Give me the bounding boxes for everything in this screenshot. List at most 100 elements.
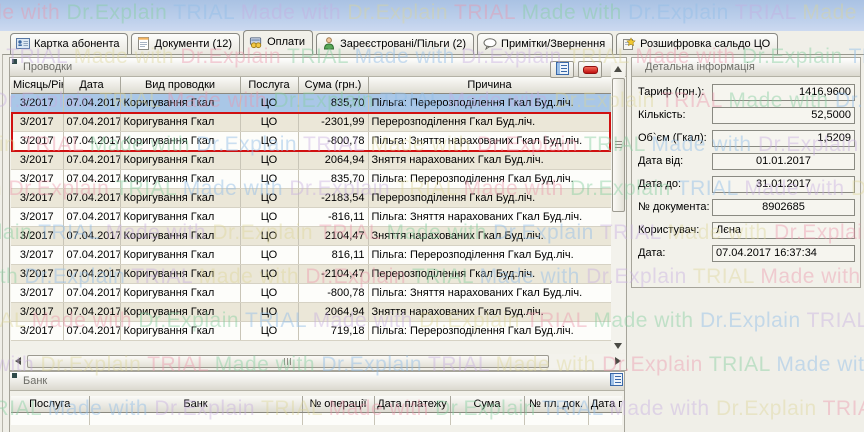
transaction-row[interactable]: 3/201707.04.2017Коригування ГкалЦО816,11… (11, 246, 611, 265)
transaction-row[interactable]: 3/201707.04.2017Коригування ГкалЦО719,18… (11, 322, 611, 341)
column-header[interactable]: Сума (450, 396, 524, 413)
app-window: Картка абонентаДокументи (12)Оплати Зареє… (0, 0, 864, 432)
cell: 07.04.2017 (63, 189, 120, 208)
group-corner-marker (12, 59, 17, 64)
speech-icon (483, 37, 497, 50)
detail-field: Дата до:31.01.2017 (632, 176, 860, 193)
vertical-scrollbar[interactable] (611, 62, 625, 353)
column-header[interactable]: Дата платежу (374, 396, 450, 413)
cell: Коригування Гкал (120, 246, 240, 265)
group-title: Детальна інформація (645, 61, 755, 73)
thumb-grip-icon (615, 141, 622, 142)
cell: 07.04.2017 (63, 208, 120, 227)
group-header: Банк (10, 372, 624, 391)
detail-field: № документа:8902685 (632, 199, 860, 216)
tab-2[interactable]: Документи (12) (131, 33, 241, 54)
cell: 3/2017 (11, 151, 63, 170)
detail-field: Користувач: Лєна (632, 222, 860, 239)
field-value[interactable]: 1,5209 (712, 130, 855, 147)
table-header-row: ПослугаБанк№ операціїДата платежуСума№ п… (11, 396, 622, 413)
cell: ЦО (240, 208, 298, 227)
tab-label: Зареєстровані/Пільги (2) (340, 38, 466, 50)
transaction-row[interactable]: 3/201707.04.2017Коригування ГкалЦО-800,7… (11, 132, 611, 151)
bank-details-button[interactable] (610, 373, 624, 390)
horizontal-scroll-thumb[interactable] (27, 355, 549, 368)
cell: Коригування Гкал (120, 113, 240, 132)
cell: 07.04.2017 (63, 303, 120, 322)
column-header[interactable]: Причина (368, 77, 611, 94)
horizontal-scrollbar[interactable] (11, 354, 625, 368)
field-value[interactable]: 31.01.2017 (712, 176, 855, 193)
column-header[interactable]: № пл. док. (524, 396, 588, 413)
transaction-row[interactable]: 3/201707.04.2017Коригування ГкалЦО-816,1… (11, 208, 611, 227)
tab-4[interactable]: Зареєстровані/Пільги (2) (316, 33, 474, 54)
tab-6[interactable]: Розшифровка сальдо ЦО (616, 33, 778, 54)
transaction-row[interactable]: 3/201707.04.2017Коригування ГкалЦО2104,4… (11, 227, 611, 246)
detail-field: Кількість:52,5000 (632, 107, 860, 124)
group-title: Проводки (23, 61, 72, 73)
column-header[interactable]: Сума (грн.) (298, 77, 368, 94)
scroll-left-icon[interactable] (15, 357, 21, 365)
tab-label: Розшифровка сальдо ЦО (640, 38, 770, 50)
field-value[interactable]: 8902685 (712, 199, 855, 216)
bank-table-wrap: ПослугаБанк№ операціїДата платежуСума№ п… (11, 396, 622, 425)
cell: Зняття нарахованих Гкал Буд.ліч. (368, 227, 611, 246)
transaction-row[interactable]: 3/201707.04.2017Коригування ГкалЦО-800,7… (11, 284, 611, 303)
transaction-row[interactable]: 3/201707.04.2017Коригування ГкалЦО2064,9… (11, 151, 611, 170)
vertical-scroll-thumb[interactable] (612, 78, 625, 212)
scroll-down-icon[interactable] (614, 343, 622, 349)
field-label: Користувач: (638, 224, 699, 236)
cell: -800,78 (298, 284, 368, 303)
detail-fields: Тариф (грн.):1416,9600Кількість:52,5000О… (632, 84, 860, 268)
column-header[interactable]: Дата (63, 77, 120, 94)
cell: 3/2017 (11, 246, 63, 265)
cell: -800,78 (298, 132, 368, 151)
field-value[interactable]: 01.01.2017 (712, 153, 855, 170)
cell: ЦО (240, 132, 298, 151)
tab-5[interactable]: Примітки/Звернення (477, 33, 613, 54)
column-header[interactable]: № операції (302, 396, 374, 413)
scroll-right-icon[interactable] (615, 357, 621, 365)
column-header[interactable]: Дата пл. док. (588, 396, 622, 413)
cell: 816,11 (298, 246, 368, 265)
cell: 3/2017 (11, 113, 63, 132)
cell: 3/2017 (11, 94, 63, 113)
cell: 835,70 (298, 94, 368, 113)
cell: 719,18 (298, 322, 368, 341)
cell: ЦО (240, 189, 298, 208)
group-corner-marker (12, 373, 17, 378)
cell: -2183,54 (298, 189, 368, 208)
transaction-row[interactable]: 3/201707.04.2017Коригування ГкалЦО-2183,… (11, 189, 611, 208)
cell: 07.04.2017 (63, 132, 120, 151)
column-header[interactable]: Вид проводки (120, 77, 240, 94)
transaction-row[interactable]: 3/201707.04.2017Коригування ГкалЦО-2301,… (11, 113, 611, 132)
field-value[interactable]: Лєна (712, 222, 855, 239)
scroll-up-icon[interactable] (614, 66, 622, 72)
column-header[interactable]: Місяць/Рік (11, 77, 63, 94)
transaction-row[interactable]: 3/201707.04.2017Коригування ГкалЦО2064,9… (11, 303, 611, 322)
tab-3[interactable]: Оплати (243, 30, 313, 54)
cell: 07.04.2017 (63, 151, 120, 170)
field-value[interactable]: 1416,9600 (712, 84, 855, 101)
transaction-row[interactable]: 3/201707.04.2017Коригування ГкалЦО835,70… (11, 170, 611, 189)
cell: 3/2017 (11, 322, 63, 341)
column-header[interactable]: Банк (89, 396, 302, 413)
table-header-row: Місяць/РікДатаВид проводкиПослугаСума (г… (11, 77, 611, 94)
transaction-row[interactable]: 3/201707.04.2017Коригування ГкалЦО835,70… (11, 94, 611, 113)
tab-1[interactable]: Картка абонента (10, 33, 128, 54)
cell: Коригування Гкал (120, 322, 240, 341)
details-view-button[interactable] (550, 61, 574, 78)
column-header[interactable]: Послуга (240, 77, 298, 94)
column-header[interactable]: Послуга (11, 396, 89, 413)
delete-row-button[interactable] (578, 61, 602, 78)
transaction-row[interactable]: 3/201707.04.2017Коригування ГкалЦО-2104,… (11, 265, 611, 284)
field-value[interactable]: 07.04.2017 16:37:34 (712, 245, 855, 262)
bank-table: ПослугаБанк№ операціїДата платежуСума№ п… (11, 396, 622, 425)
grid-toolbar (550, 61, 602, 78)
cell: -2301,99 (298, 113, 368, 132)
payments-icon (249, 36, 263, 49)
transactions-group: Проводки Місяць/РікДатаВид проводкиПослу… (9, 57, 627, 371)
field-label: Об`єм (Гкал): (638, 132, 707, 144)
field-value[interactable]: 52,5000 (712, 107, 855, 124)
cell: 3/2017 (11, 265, 63, 284)
